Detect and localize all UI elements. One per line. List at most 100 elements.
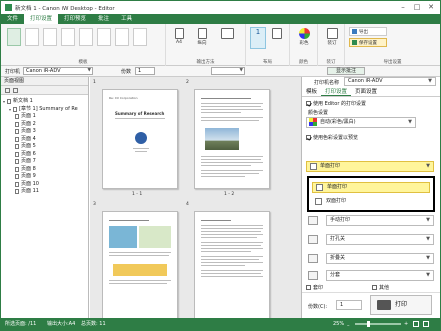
- template-tile-3[interactable]: [43, 28, 57, 46]
- sort-select[interactable]: 分套 ▼: [326, 270, 434, 281]
- page-thumbnail-3[interactable]: [102, 211, 178, 321]
- close-button[interactable]: ✕: [424, 1, 438, 14]
- other-checkbox[interactable]: 其他: [372, 284, 389, 291]
- tree-page-8[interactable]: 页面 8: [1, 166, 36, 174]
- page-thumbnail-4[interactable]: [194, 211, 270, 321]
- fold-value: 折叠关: [330, 255, 346, 261]
- binding-button[interactable]: 装订: [322, 28, 342, 46]
- zoom-slider-handle[interactable]: [367, 321, 370, 327]
- option-one-sided[interactable]: 单面打印: [312, 182, 430, 193]
- expand-icon[interactable]: [5, 88, 10, 93]
- tree-label: 页面 4: [21, 135, 36, 142]
- layout-options-button[interactable]: [270, 28, 284, 40]
- zoom-out-icon[interactable]: –: [347, 320, 350, 329]
- tree-chapter[interactable]: ▾ [章节 1] Summary of Re: [1, 106, 78, 114]
- ribbon-group-layout: 1 布局: [246, 24, 290, 66]
- orientation-label: 纵向: [197, 41, 207, 46]
- zoom-in-icon[interactable]: +: [404, 318, 408, 330]
- page-icon: [15, 144, 19, 150]
- tree-page-9[interactable]: 页面 9: [1, 173, 36, 181]
- copies-label: 份数: [121, 69, 132, 75]
- chapter-icon: [13, 106, 17, 112]
- template-tile-6[interactable]: [97, 28, 111, 46]
- punch-select[interactable]: 打孔关 ▼: [326, 234, 434, 245]
- fold-select[interactable]: 折叠关 ▼: [326, 253, 434, 264]
- collate-checkbox[interactable]: 套印: [306, 284, 323, 291]
- page-range-select[interactable]: ▼: [211, 67, 245, 75]
- printer-select[interactable]: Canon iR-ADV ▼: [23, 67, 93, 75]
- paper-size-info: 输出大小:A4: [47, 321, 76, 327]
- tab-tools[interactable]: 工具: [115, 14, 138, 24]
- collapse-icon[interactable]: [13, 88, 18, 93]
- template-tile-5[interactable]: [79, 28, 93, 46]
- status-bar: 所选页面: /11 输出大小:A4 总页数: 11 25% – +: [1, 318, 440, 330]
- printer-name-label: 打印机名称: [314, 80, 340, 86]
- page-icon: [15, 114, 19, 120]
- tab-print-preview[interactable]: 打印预览: [58, 14, 92, 24]
- tab-print-settings[interactable]: 打印设置: [24, 14, 59, 24]
- apply-color-checkbox[interactable]: 使用色彩设置以预览: [306, 134, 358, 141]
- duplex-select[interactable]: 单面打印 ▼: [306, 161, 434, 172]
- page-icon: [15, 189, 19, 195]
- tree-label: 页面 6: [21, 150, 36, 157]
- tree-page-1[interactable]: 页面 1: [1, 113, 36, 121]
- copies-input[interactable]: 1: [135, 67, 155, 75]
- paper-size-button[interactable]: A4: [170, 28, 188, 45]
- tab-template[interactable]: 模板: [302, 88, 321, 96]
- fit-page-icon[interactable]: [413, 321, 419, 327]
- pages-per-sheet-button[interactable]: 1: [250, 27, 266, 49]
- copies-stepper[interactable]: 1: [336, 300, 362, 310]
- page-thumbnail-1[interactable]: Re: XX Corporation Summary of Research: [102, 89, 178, 189]
- tree-page-7[interactable]: 页面 7: [1, 158, 36, 166]
- tab-print[interactable]: 打印设置: [321, 88, 352, 96]
- tree-page-10[interactable]: 页面 10: [1, 181, 39, 189]
- color-mode-button[interactable]: 彩色: [294, 28, 314, 46]
- template-tile-4[interactable]: [61, 28, 75, 46]
- print-button-label: 打印: [395, 301, 408, 308]
- tree-page-4[interactable]: 页面 4: [1, 136, 36, 144]
- option-two-sided[interactable]: 双面打印: [312, 197, 430, 208]
- printer-name-select[interactable]: Canon iR-ADV ▼: [344, 77, 436, 86]
- page-thumbnail-2[interactable]: [194, 89, 270, 189]
- tab-page[interactable]: 页面设置: [351, 88, 381, 96]
- sort-icon: [308, 271, 318, 280]
- orientation-button[interactable]: 纵向: [192, 28, 212, 46]
- copies-value: 1: [340, 302, 344, 308]
- maximize-button[interactable]: □: [410, 1, 424, 14]
- zoom-slider[interactable]: [355, 321, 401, 327]
- checkbox-label: 其他: [379, 285, 390, 291]
- chevron-down-icon: ▼: [239, 68, 243, 73]
- color-mode-select[interactable]: 自动(彩色/黑白) ▼: [306, 117, 416, 128]
- template-tile-2[interactable]: [25, 28, 39, 46]
- punch-value: 打孔关: [330, 236, 346, 242]
- export-button[interactable]: 导出: [349, 27, 387, 36]
- ribbon-group-label: 模板: [78, 60, 88, 65]
- template-tile-7[interactable]: [115, 28, 129, 46]
- template-tile-1[interactable]: [7, 28, 21, 46]
- checkbox-icon: [306, 135, 311, 140]
- binding-label: 装订: [327, 41, 337, 46]
- use-editor-checkbox[interactable]: 使用 Editor 的打印设置: [306, 100, 366, 107]
- tree-page-3[interactable]: 页面 3: [1, 128, 36, 136]
- sheet-number: 2: [186, 80, 189, 85]
- output-method-button[interactable]: [216, 28, 238, 40]
- title-bar: 新文档 1 - Canon iW Desktop - Editor – □ ✕: [1, 1, 440, 14]
- template-tile-8[interactable]: [133, 28, 147, 46]
- tab-annotation[interactable]: 批注: [92, 14, 115, 24]
- print-button[interactable]: 打印: [370, 295, 432, 315]
- settings-tabs: 模板 打印设置 页面设置: [302, 88, 440, 97]
- ribbon-group-output: A4 纵向 输出方法: [166, 24, 246, 66]
- tree-page-11[interactable]: 页面 11: [1, 188, 39, 196]
- ribbon: 模板 A4 纵向 输出方法 1 布局 彩色 颜色 装订 装订 导出 保存设置 导…: [1, 24, 440, 66]
- tree-page-2[interactable]: 页面 2: [1, 121, 36, 129]
- tree-page-5[interactable]: 页面 5: [1, 143, 36, 151]
- save-settings-button[interactable]: 保存设置: [349, 38, 387, 47]
- fit-width-icon[interactable]: [423, 321, 429, 327]
- tree-root[interactable]: ▾ 新文档 1: [1, 98, 33, 106]
- minimize-button[interactable]: –: [396, 1, 410, 14]
- staple-select[interactable]: 手动打印 ▼: [326, 215, 434, 226]
- tree-page-6[interactable]: 页面 6: [1, 151, 36, 159]
- tab-file[interactable]: 文件: [1, 14, 24, 24]
- duplex-value: 单面打印: [320, 163, 341, 169]
- show-annotation-button[interactable]: 显示批注: [327, 67, 365, 75]
